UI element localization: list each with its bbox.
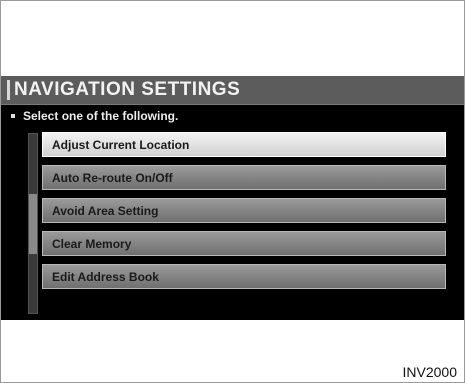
menu-item-label: Adjust Current Location [52,138,190,152]
menu-item-label: Clear Memory [52,237,132,251]
title-bar: NAVIGATION SETTINGS [1,76,464,105]
menu-item-clear-memory[interactable]: Clear Memory [42,231,446,256]
scrollbar[interactable] [28,133,38,314]
menu-item-label: Auto Re-route On/Off [52,171,173,185]
menu-item-edit-address-book[interactable]: Edit Address Book [42,264,446,289]
bullet-icon [11,114,15,118]
figure-caption: INV2000 [402,364,457,380]
page-title: NAVIGATION SETTINGS [14,79,241,100]
instruction-text: Select one of the following. [23,109,179,123]
menu-item-auto-reroute[interactable]: Auto Re-route On/Off [42,165,446,190]
menu-item-avoid-area-setting[interactable]: Avoid Area Setting [42,198,446,223]
menu-item-label: Avoid Area Setting [52,204,159,218]
title-accent-bar [7,80,10,100]
scrollbar-thumb[interactable] [29,194,37,254]
menu-item-adjust-current-location[interactable]: Adjust Current Location [42,132,446,157]
menu-item-label: Edit Address Book [52,270,159,284]
navigation-screen: NAVIGATION SETTINGS Select one of the fo… [1,76,464,320]
settings-menu: Adjust Current Location Auto Re-route On… [42,132,446,297]
